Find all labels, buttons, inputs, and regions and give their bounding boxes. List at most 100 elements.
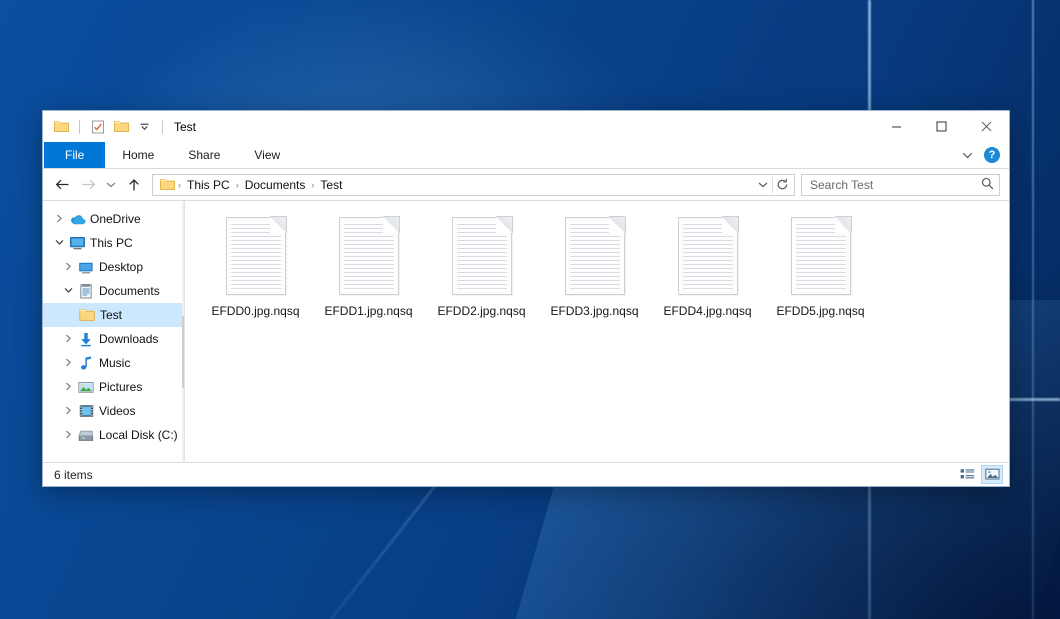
sidebar-item-pictures[interactable]: Pictures — [43, 375, 182, 399]
chevron-right-icon[interactable] — [60, 262, 76, 273]
downloads-arrow-icon — [76, 332, 96, 347]
chevron-right-icon[interactable] — [60, 334, 76, 345]
sidebar-item-label: Desktop — [96, 260, 143, 274]
chevron-right-icon[interactable] — [60, 358, 76, 369]
sidebar-item-this-pc[interactable]: This PC — [43, 231, 182, 255]
tab-view[interactable]: View — [237, 142, 297, 168]
close-button[interactable] — [964, 111, 1009, 142]
file-item[interactable]: EFDD5.jpg.nqsq — [764, 215, 877, 335]
generic-file-icon — [565, 217, 625, 295]
qat-separator — [162, 120, 163, 134]
chevron-right-icon[interactable] — [51, 214, 67, 225]
file-list-view[interactable]: EFDD0.jpg.nqsq EFDD1.jpg.nqsq EFDD2.jpg.… — [184, 201, 1009, 462]
search-box[interactable]: Search Test — [801, 174, 1000, 196]
file-item[interactable]: EFDD0.jpg.nqsq — [199, 215, 312, 335]
sidebar-item-label: Downloads — [96, 332, 158, 346]
sidebar-item-downloads[interactable]: Downloads — [43, 327, 182, 351]
generic-file-icon — [339, 217, 399, 295]
navigation-scrollbar[interactable] — [182, 201, 184, 462]
recent-locations-chevron-icon[interactable] — [102, 173, 120, 197]
tab-share[interactable]: Share — [171, 142, 237, 168]
chevron-right-icon[interactable] — [60, 382, 76, 393]
navigation-pane: OneDrive This PC — [43, 201, 184, 462]
tab-home[interactable]: Home — [105, 142, 171, 168]
maximize-button[interactable] — [919, 111, 964, 142]
chevron-right-icon[interactable] — [60, 406, 76, 417]
address-dropdown-chevron-icon[interactable] — [753, 175, 772, 195]
large-icons-view-button[interactable] — [981, 465, 1003, 484]
title-bar: Test — [43, 111, 1009, 142]
details-view-button[interactable] — [956, 465, 978, 484]
ribbon-right-controls: ? — [958, 142, 1009, 168]
sidebar-item-onedrive[interactable]: OneDrive — [43, 207, 182, 231]
sidebar-item-videos[interactable]: Videos — [43, 399, 182, 423]
file-name: EFDD0.jpg.nqsq — [211, 304, 299, 318]
new-folder-icon[interactable] — [112, 118, 130, 136]
file-item[interactable]: EFDD4.jpg.nqsq — [651, 215, 764, 335]
pictures-image-icon — [76, 381, 96, 394]
address-bar-actions — [753, 175, 792, 195]
breadcrumb-item-this-pc[interactable]: This PC — [182, 178, 235, 192]
chevron-right-icon[interactable] — [60, 430, 76, 441]
quick-access-toolbar — [52, 118, 167, 136]
file-name: EFDD4.jpg.nqsq — [663, 304, 751, 318]
folder-icon[interactable] — [52, 118, 70, 136]
sidebar-item-music[interactable]: Music — [43, 351, 182, 375]
breadcrumb-item-test[interactable]: Test — [315, 178, 347, 192]
breadcrumb-folder-icon — [157, 178, 177, 191]
search-icon[interactable] — [981, 177, 994, 193]
file-item[interactable]: EFDD2.jpg.nqsq — [425, 215, 538, 335]
help-icon[interactable]: ? — [984, 147, 1000, 163]
customize-chevron-icon[interactable] — [135, 118, 153, 136]
file-name: EFDD5.jpg.nqsq — [776, 304, 864, 318]
file-item[interactable]: EFDD3.jpg.nqsq — [538, 215, 651, 335]
view-mode-buttons — [956, 465, 1003, 484]
file-explorer-window: Test File Home Share View — [42, 110, 1010, 487]
desktop-monitor-icon — [76, 261, 96, 274]
expand-ribbon-chevron-icon[interactable] — [958, 145, 977, 165]
refresh-icon[interactable] — [773, 175, 792, 195]
sidebar-item-local-disk-c[interactable]: Local Disk (C:) — [43, 423, 182, 447]
address-bar: › This PC › Documents › Test — [43, 169, 1009, 200]
sidebar-item-label: Test — [97, 308, 122, 322]
documents-page-icon — [76, 284, 96, 299]
tab-file[interactable]: File — [44, 142, 105, 168]
file-name: EFDD1.jpg.nqsq — [324, 304, 412, 318]
file-name: EFDD2.jpg.nqsq — [437, 304, 525, 318]
navigation-tree: OneDrive This PC — [43, 201, 182, 462]
chevron-down-icon[interactable] — [60, 286, 76, 296]
sidebar-item-documents[interactable]: Documents — [43, 279, 182, 303]
scroll-up-arrow-icon[interactable] — [182, 201, 184, 218]
breadcrumb: › This PC › Documents › Test — [157, 178, 753, 192]
status-bar: 6 items — [43, 462, 1009, 486]
qat-separator — [79, 120, 80, 134]
back-button[interactable] — [50, 173, 74, 197]
sidebar-item-test[interactable]: Test — [43, 303, 182, 327]
sidebar-item-desktop[interactable]: Desktop — [43, 255, 182, 279]
breadcrumb-item-documents[interactable]: Documents — [240, 178, 311, 192]
sidebar-item-label: Local Disk (C:) — [96, 428, 178, 442]
explorer-body: OneDrive This PC — [43, 200, 1009, 462]
ribbon-tab-strip: File Home Share View ? — [43, 142, 1009, 169]
scroll-down-arrow-icon[interactable] — [182, 445, 184, 462]
scrollbar-track[interactable] — [182, 218, 184, 445]
forward-button[interactable] — [76, 173, 100, 197]
generic-file-icon — [791, 217, 851, 295]
scrollbar-thumb[interactable] — [182, 316, 184, 388]
onedrive-cloud-icon — [67, 212, 87, 226]
breadcrumb-bar[interactable]: › This PC › Documents › Test — [152, 174, 795, 196]
generic-file-icon — [678, 217, 738, 295]
up-button[interactable] — [122, 173, 146, 197]
sidebar-item-label: This PC — [87, 236, 133, 250]
properties-icon[interactable] — [89, 118, 107, 136]
generic-file-icon — [226, 217, 286, 295]
minimize-button[interactable] — [874, 111, 919, 142]
chevron-down-icon[interactable] — [51, 238, 67, 248]
sidebar-item-label: Videos — [96, 404, 135, 418]
item-count-label: 6 items — [54, 468, 93, 482]
sidebar-item-label: Pictures — [96, 380, 142, 394]
search-input[interactable]: Search Test — [810, 178, 981, 192]
desktop-wallpaper: Test File Home Share View — [0, 0, 1060, 619]
file-item[interactable]: EFDD1.jpg.nqsq — [312, 215, 425, 335]
folder-icon — [77, 308, 97, 322]
